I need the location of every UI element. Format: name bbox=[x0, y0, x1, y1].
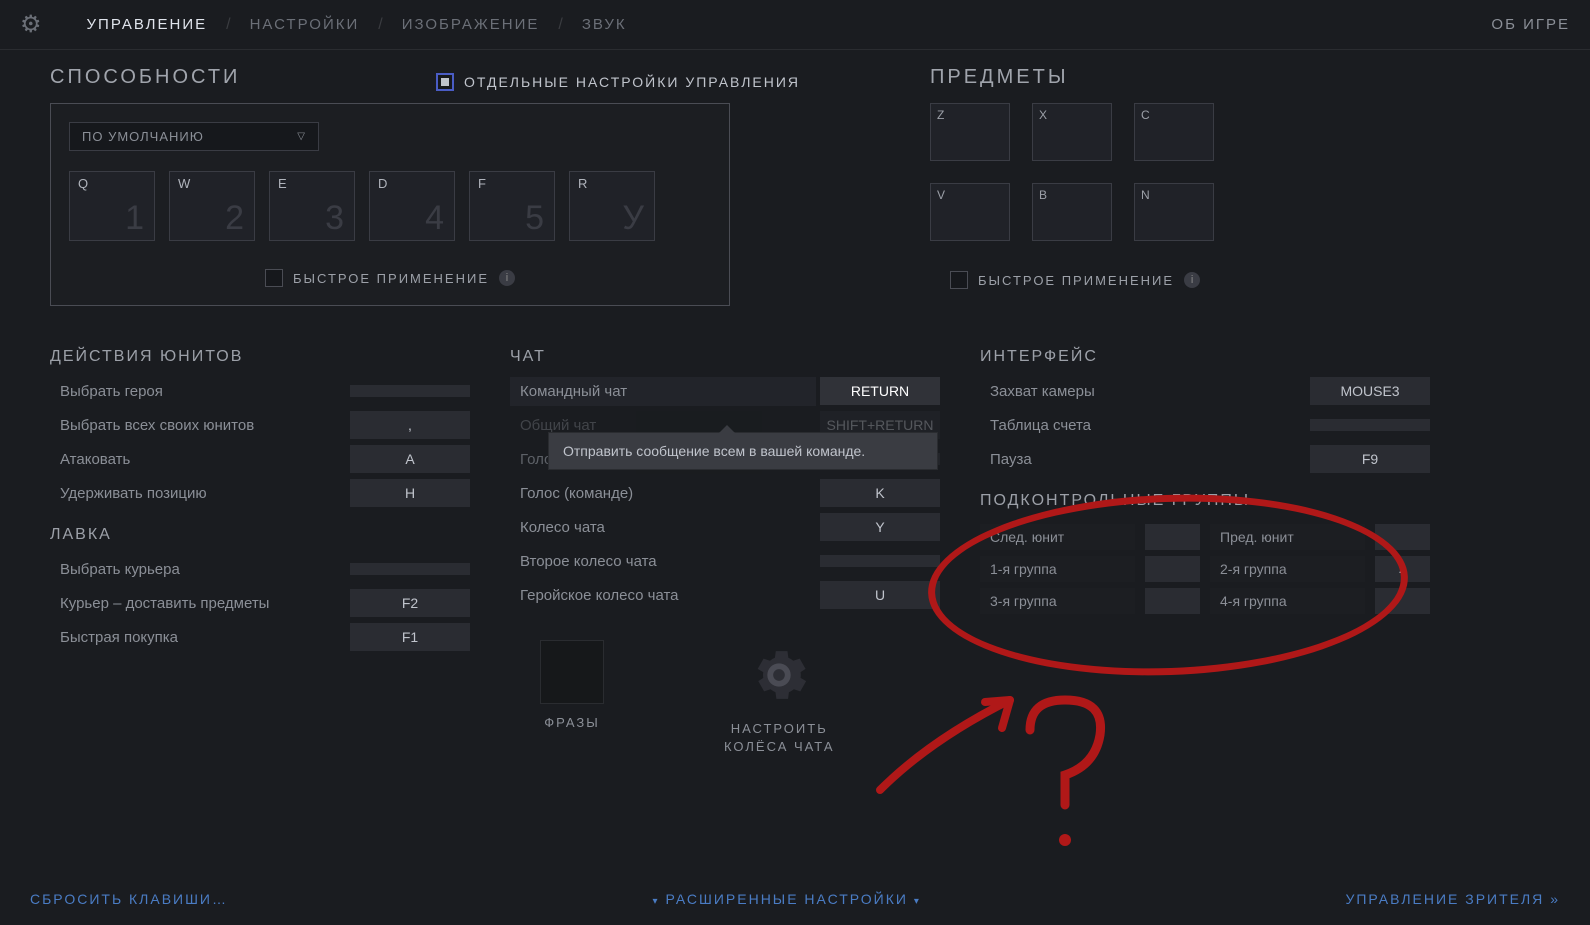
advanced-settings-link[interactable]: ▾ РАСШИРЕННЫЕ НАСТРОЙКИ ▾ bbox=[653, 891, 921, 907]
items-quickcast-label: БЫСТРОЕ ПРИМЕНЕНИЕ bbox=[978, 273, 1174, 288]
bottom-icons: ФРАЗЫ НАСТРОИТЬ КОЛЁСА ЧАТА bbox=[540, 640, 835, 756]
bind-select-hero[interactable]: Выбрать героя bbox=[50, 376, 470, 406]
phrases-icon bbox=[540, 640, 604, 704]
separate-controls-label: ОТДЕЛЬНЫЕ НАСТРОЙКИ УПРАВЛЕНИЯ bbox=[464, 74, 800, 90]
bind-pause[interactable]: ПаузаF9 bbox=[980, 444, 1430, 474]
separate-controls-row: ОТДЕЛЬНЫЕ НАСТРОЙКИ УПРАВЛЕНИЯ bbox=[436, 73, 800, 91]
subgroups-grid: След. юнит Пред. юнит 1-я группа 2-я гру… bbox=[980, 524, 1430, 614]
top-nav: ⚙ УПРАВЛЕНИЕ / НАСТРОЙКИ / ИЗОБРАЖЕНИЕ /… bbox=[0, 0, 1590, 50]
tab-settings[interactable]: НАСТРОЙКИ bbox=[250, 16, 360, 33]
ability-slot-3[interactable]: E3 bbox=[269, 171, 355, 241]
bind-hero-chat-wheel[interactable]: Геройское колесо чатаU bbox=[510, 580, 940, 610]
info-icon[interactable]: i bbox=[499, 270, 515, 286]
sg-group-3[interactable]: 3-я группа bbox=[980, 588, 1135, 614]
sg-prev-unit[interactable]: Пред. юнит bbox=[1210, 524, 1365, 550]
spectator-controls-link[interactable]: УПРАВЛЕНИЕ ЗРИТЕЛЯ » bbox=[1345, 891, 1560, 907]
item-slot-2[interactable]: X bbox=[1032, 103, 1112, 161]
unit-actions-title: ДЕЙСТВИЯ ЮНИТОВ bbox=[50, 348, 470, 366]
column-interface: ИНТЕРФЕЙС Захват камерыMOUSE3 Таблица сч… bbox=[980, 334, 1430, 656]
chat-wheel-gear-icon bbox=[744, 640, 814, 710]
info-icon[interactable]: i bbox=[1184, 272, 1200, 288]
bind-select-courier[interactable]: Выбрать курьера bbox=[50, 554, 470, 584]
items-quickcast-row: БЫСТРОЕ ПРИМЕНЕНИЕ i bbox=[950, 271, 1214, 289]
chat-title: ЧАТ bbox=[510, 348, 940, 366]
ability-slot-6[interactable]: RУ bbox=[569, 171, 655, 241]
items-section: ПРЕДМЕТЫ Z X C V B N БЫСТРОЕ ПРИМЕНЕНИЕ … bbox=[930, 66, 1214, 306]
ability-slot-5[interactable]: F5 bbox=[469, 171, 555, 241]
bind-courier-deliver[interactable]: Курьер – доставить предметыF2 bbox=[50, 588, 470, 618]
items-quickcast-checkbox[interactable] bbox=[950, 271, 968, 289]
tab-controls[interactable]: УПРАВЛЕНИЕ bbox=[87, 16, 208, 33]
footer: СБРОСИТЬ КЛАВИШИ… ▾ РАСШИРЕННЫЕ НАСТРОЙК… bbox=[0, 891, 1590, 907]
item-slot-5[interactable]: B bbox=[1032, 183, 1112, 241]
sg-group-2[interactable]: 2-я группа bbox=[1210, 556, 1365, 582]
quickcast-label: БЫСТРОЕ ПРИМЕНЕНИЕ bbox=[293, 271, 489, 286]
shop-title: ЛАВКА bbox=[50, 526, 470, 544]
bind-chat-wheel-2[interactable]: Второе колесо чата bbox=[510, 546, 940, 576]
ability-slot-4[interactable]: D4 bbox=[369, 171, 455, 241]
separate-controls-checkbox[interactable] bbox=[436, 73, 454, 91]
bind-attack[interactable]: АтаковатьA bbox=[50, 444, 470, 474]
annotation-arrow bbox=[870, 680, 1040, 800]
preset-dropdown[interactable]: ПО УМОЛЧАНИЮ ▽ bbox=[69, 122, 319, 151]
bind-scoreboard[interactable]: Таблица счета bbox=[980, 410, 1430, 440]
abilities-box: ПО УМОЛЧАНИЮ ▽ Q1 W2 E3 D4 F5 RУ БЫСТРОЕ… bbox=[50, 103, 730, 306]
bind-select-all[interactable]: Выбрать всех своих юнитов, bbox=[50, 410, 470, 440]
ability-slots-row: Q1 W2 E3 D4 F5 RУ bbox=[69, 171, 711, 241]
column-unit-actions: ДЕЙСТВИЯ ЮНИТОВ Выбрать героя Выбрать вс… bbox=[50, 334, 470, 656]
bind-hold[interactable]: Удерживать позициюH bbox=[50, 478, 470, 508]
sg-group-1[interactable]: 1-я группа bbox=[980, 556, 1135, 582]
item-slot-3[interactable]: C bbox=[1134, 103, 1214, 161]
chevron-down-icon: ▽ bbox=[297, 131, 306, 142]
tab-video[interactable]: ИЗОБРАЖЕНИЕ bbox=[402, 16, 540, 33]
subgroups-title: ПОДКОНТРОЛЬНЫЕ ГРУППЫ bbox=[980, 492, 1430, 510]
bind-camera-grip[interactable]: Захват камерыMOUSE3 bbox=[980, 376, 1430, 406]
quickcast-checkbox[interactable] bbox=[265, 269, 283, 287]
sg-next-unit[interactable]: След. юнит bbox=[980, 524, 1135, 550]
sg-group-4[interactable]: 4-я группа bbox=[1210, 588, 1365, 614]
bind-chat-wheel[interactable]: Колесо чатаY bbox=[510, 512, 940, 542]
chat-wheel-settings-button[interactable]: НАСТРОИТЬ КОЛЁСА ЧАТА bbox=[724, 640, 835, 756]
bind-voice-team[interactable]: Голос (команде)K bbox=[510, 478, 940, 508]
bind-quickbuy[interactable]: Быстрая покупкаF1 bbox=[50, 622, 470, 652]
tooltip: Отправить сообщение всем в вашей команде… bbox=[548, 432, 938, 470]
tab-audio[interactable]: ЗВУК bbox=[582, 16, 627, 33]
ability-slot-1[interactable]: Q1 bbox=[69, 171, 155, 241]
abilities-section: СПОСОБНОСТИ ПО УМОЛЧАНИЮ ▽ Q1 W2 E3 D4 F… bbox=[50, 66, 730, 306]
gear-icon[interactable]: ⚙ bbox=[20, 10, 42, 39]
abilities-quickcast-row: БЫСТРОЕ ПРИМЕНЕНИЕ i bbox=[69, 269, 711, 287]
item-slot-6[interactable]: N bbox=[1134, 183, 1214, 241]
tab-about[interactable]: ОБ ИГРЕ bbox=[1491, 16, 1570, 33]
column-chat: ЧАТ Командный чатRETURN Общий чатSHIFT+R… bbox=[510, 334, 940, 656]
annotation-question-mark bbox=[1010, 690, 1130, 870]
bind-team-chat[interactable]: Командный чатRETURN bbox=[510, 376, 940, 406]
item-slot-1[interactable]: Z bbox=[930, 103, 1010, 161]
ability-slot-2[interactable]: W2 bbox=[169, 171, 255, 241]
items-title: ПРЕДМЕТЫ bbox=[930, 66, 1214, 89]
reset-keys-link[interactable]: СБРОСИТЬ КЛАВИШИ… bbox=[30, 891, 228, 907]
interface-title: ИНТЕРФЕЙС bbox=[980, 348, 1430, 366]
phrases-button[interactable]: ФРАЗЫ bbox=[540, 640, 604, 756]
item-slot-4[interactable]: V bbox=[930, 183, 1010, 241]
items-grid: Z X C V B N bbox=[930, 103, 1214, 241]
